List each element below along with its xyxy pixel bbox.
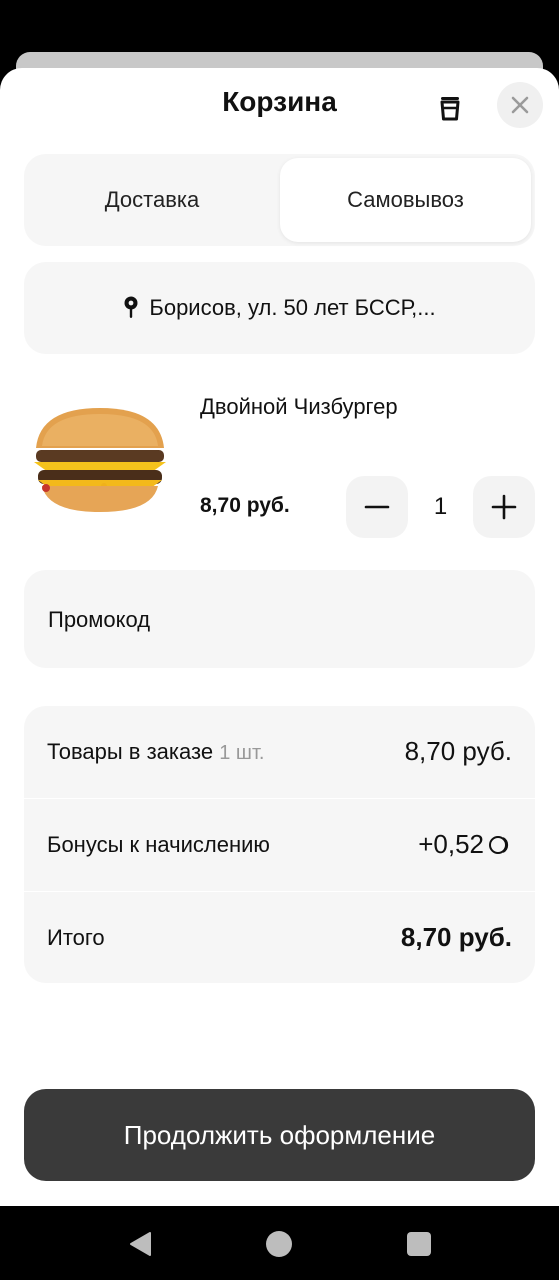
system-nav-bar xyxy=(0,1206,559,1280)
nav-home-icon[interactable] xyxy=(266,1231,292,1257)
close-button[interactable] xyxy=(497,82,543,128)
tab-delivery[interactable]: Доставка xyxy=(24,154,280,246)
bonus-label: Бонусы к начислению xyxy=(47,832,270,857)
close-icon xyxy=(511,96,529,114)
summary-row-bonus: Бонусы к начислению +0,52 xyxy=(24,799,535,891)
product-name: Двойной Чизбургер xyxy=(200,394,398,419)
cart-sheet: Корзина Доставка Самовывоз Борисов, ул. … xyxy=(0,68,559,1206)
trash-icon[interactable] xyxy=(434,92,466,124)
items-count: 1 шт. xyxy=(219,742,265,764)
items-label: Товары в заказе xyxy=(47,739,214,764)
summary-row-total: Итого 8,70 руб. xyxy=(24,892,535,983)
order-summary: Товары в заказе 1 шт. 8,70 руб. Бонусы к… xyxy=(24,706,535,983)
continue-checkout-button[interactable]: Продолжить оформление xyxy=(24,1089,535,1181)
decrease-quantity-button[interactable] xyxy=(346,476,408,538)
plus-icon xyxy=(491,494,517,520)
quantity-value: 1 xyxy=(433,493,448,520)
items-total: 8,70 руб. xyxy=(404,736,512,766)
delivery-mode-toggle: Доставка Самовывоз xyxy=(24,154,535,246)
tab-pickup[interactable]: Самовывоз xyxy=(280,158,531,242)
summary-row-items: Товары в заказе 1 шт. 8,70 руб. xyxy=(24,706,535,798)
nav-back-icon[interactable] xyxy=(128,1231,152,1257)
promo-code-label: Промокод xyxy=(48,607,151,632)
increase-quantity-button[interactable] xyxy=(473,476,535,538)
nav-recent-icon[interactable] xyxy=(407,1232,431,1256)
address-text: Борисов, ул. 50 лет БССР,... xyxy=(149,295,436,320)
total-value: 8,70 руб. xyxy=(400,922,512,952)
location-pin-icon xyxy=(124,296,138,318)
product-price: 8,70 руб. xyxy=(200,494,290,517)
total-label: Итого xyxy=(47,925,105,950)
promo-code-field[interactable]: Промокод xyxy=(24,570,535,668)
bonus-value: +0,52 xyxy=(418,829,484,859)
minus-icon xyxy=(364,505,390,509)
product-image xyxy=(24,390,176,540)
bonus-coin-icon xyxy=(489,835,509,854)
page-title: Корзина xyxy=(222,86,337,117)
address-selector[interactable]: Борисов, ул. 50 лет БССР,... xyxy=(24,262,535,354)
